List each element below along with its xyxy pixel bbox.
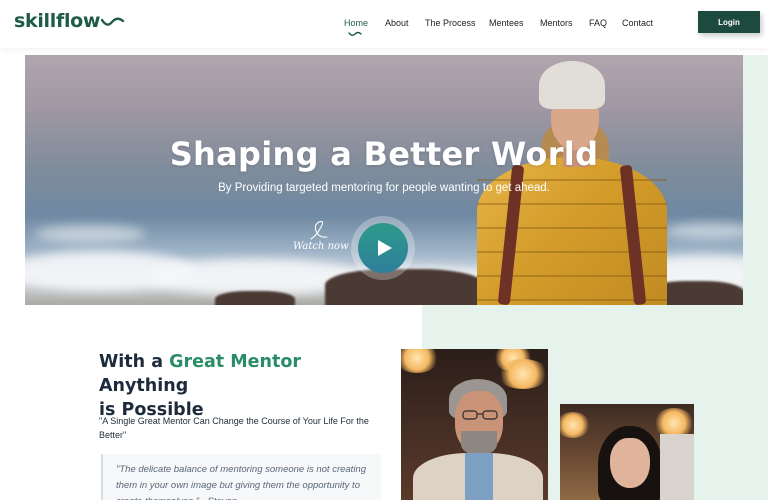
blockquote-text: "The delicate balance of mentoring someo… — [116, 464, 366, 500]
nav-item-mentors[interactable]: Mentors — [540, 18, 573, 28]
heading-accent: Great Mentor — [169, 352, 302, 372]
mint-side-strip — [743, 55, 768, 305]
mentor-photo — [401, 349, 548, 500]
lamp-glow — [560, 412, 590, 438]
nav-item-the-process[interactable]: The Process — [425, 18, 476, 28]
active-nav-wave-icon — [348, 31, 362, 36]
glasses-icon — [462, 410, 498, 420]
man-shirt — [465, 453, 493, 500]
heading-prefix: With a — [99, 352, 164, 372]
nav-item-contact[interactable]: Contact — [622, 18, 653, 28]
watch-now-label[interactable]: Watch now — [293, 241, 349, 252]
main-nav: Home About The Process Mentees Mentors F… — [0, 18, 768, 32]
lamp-glow — [497, 359, 548, 389]
man-beard — [461, 431, 497, 455]
section-heading: With a Great Mentor Anything is Possible — [99, 350, 389, 422]
woman-face — [610, 438, 650, 488]
intro-quote: "A Single Great Mentor Can Change the Co… — [99, 416, 369, 440]
rock-shape — [215, 291, 295, 305]
hero-subtitle: By Providing targeted mentoring for peop… — [218, 182, 550, 194]
whiteboard — [660, 434, 694, 500]
login-button[interactable]: Login — [698, 11, 760, 33]
hiker-beanie — [539, 61, 605, 109]
nav-item-home[interactable]: Home — [344, 18, 368, 28]
nav-item-faq[interactable]: FAQ — [589, 18, 607, 28]
play-button-circle — [358, 223, 408, 273]
mentee-photo — [560, 404, 694, 500]
play-video-button[interactable] — [351, 216, 415, 280]
site-header: skillflow Home About The Process Mentees… — [0, 0, 768, 48]
mentor-blockquote: "The delicate balance of mentoring someo… — [101, 454, 381, 500]
play-icon — [378, 240, 392, 256]
nav-item-mentees[interactable]: Mentees — [489, 18, 524, 28]
cloud-shape — [665, 223, 743, 239]
hero-banner: Shaping a Better World By Providing targ… — [25, 55, 743, 305]
watch-swirl-icon — [310, 221, 328, 240]
hero-title: Shaping a Better World — [169, 135, 599, 173]
nav-item-about[interactable]: About — [385, 18, 409, 28]
rock-shape — [325, 269, 485, 305]
heading-mid: Anything — [99, 376, 189, 396]
cloud-shape — [35, 225, 145, 243]
lamp-glow — [401, 349, 439, 373]
